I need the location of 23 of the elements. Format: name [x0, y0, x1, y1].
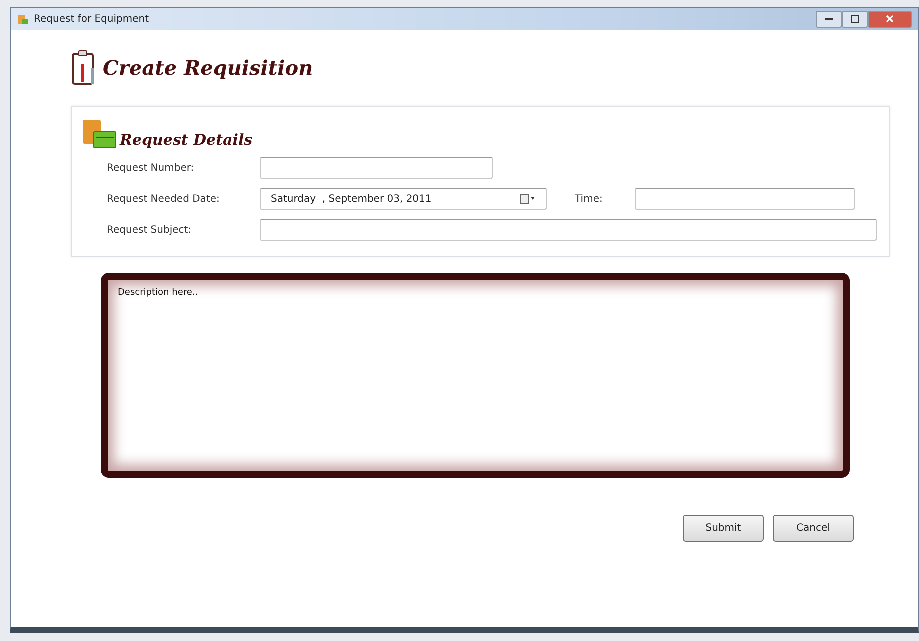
- maximize-icon: [851, 15, 859, 23]
- field-label: Request Number:: [107, 162, 196, 174]
- field-label: Request Subject:: [107, 224, 193, 236]
- date-picker[interactable]: Saturday , September 03, 2011: [260, 188, 547, 210]
- submit-button[interactable]: Submit: [683, 515, 764, 542]
- cabinet-icon: [82, 119, 118, 149]
- field-label: Request Needed Date:: [107, 194, 221, 204]
- input-field[interactable]: [260, 219, 877, 241]
- maximize-button[interactable]: [842, 10, 868, 28]
- field-label: Time:: [575, 194, 603, 204]
- minimize-button[interactable]: [816, 10, 842, 28]
- page-title: Create Requisition: [103, 56, 314, 80]
- description-field[interactable]: Description here..: [101, 273, 850, 478]
- close-icon: [886, 15, 894, 23]
- time-field[interactable]: [634, 188, 855, 210]
- close-button[interactable]: [868, 10, 912, 28]
- input-field[interactable]: [260, 157, 493, 179]
- window-title: Request for Equipment: [34, 14, 150, 24]
- app-icon: [17, 13, 29, 25]
- minimize-icon: [825, 18, 833, 20]
- cancel-button[interactable]: Cancel: [773, 515, 854, 542]
- calendar-dropdown-icon[interactable]: [520, 194, 536, 204]
- section-title: Request Details: [120, 131, 253, 149]
